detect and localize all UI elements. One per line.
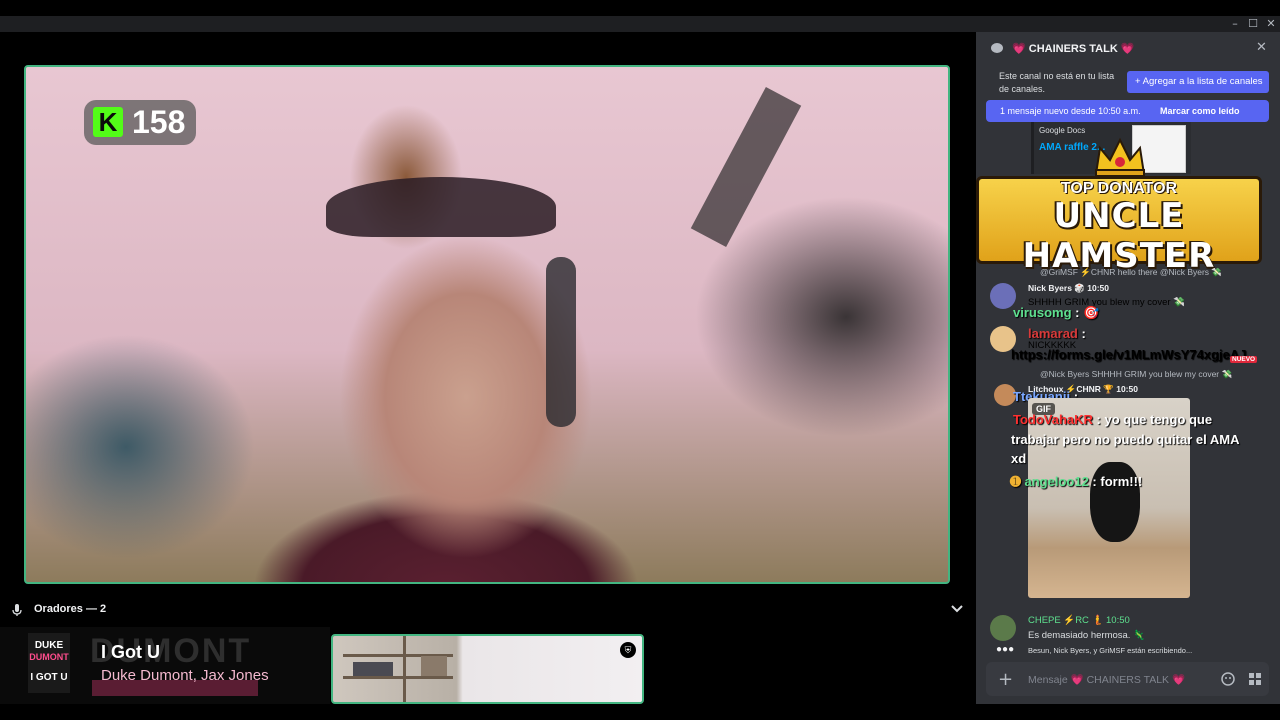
kick-logo-icon: K [93,107,123,137]
second-camera-tile[interactable] [331,634,644,704]
avatar[interactable] [990,615,1016,641]
crown-icon [1094,137,1146,177]
overlay-line-1: virusomg : 🎯 [1013,305,1099,321]
overlay-text: : form!!! [1088,474,1143,489]
overlay-text: : 🎯 [1071,305,1100,320]
overlay-line-4: TodoVahaKR : yo que tengo que [1013,412,1212,427]
typing-indicator: Besun, Nick Byers, y GriMSF están escrib… [1028,646,1193,655]
cover-line-2: DUMONT [29,652,69,662]
minimize-button[interactable]: – [1226,16,1244,32]
speakers-label[interactable]: Oradores — 2 [34,603,106,615]
overlay-link[interactable]: https://forms.gle/v1MLmWsY74xgjeAJ [1011,347,1247,362]
overlay-line-7: ➊ angeloo12 : form!!! [1010,474,1142,490]
window-titlebar [0,16,1280,32]
embed-source: Google Docs [1039,126,1086,135]
apps-icon[interactable] [1248,672,1262,686]
message-author[interactable]: CHEPE ⚡RC 🧜 10:50 [1028,615,1130,626]
overlay-line-2: lamarad : [1028,326,1086,341]
badge-icon: ➊ [1010,474,1025,489]
message-input[interactable]: Mensaje 💗 CHAINERS TALK 💗 [1028,673,1185,686]
message-text: Es demasiado hermosa. 🦎 [1028,630,1145,641]
microphone-icon [12,604,22,616]
overlay-user: virusomg [1013,305,1072,320]
shield-icon: ⛨ [620,642,636,658]
viewer-count: 158 [132,104,186,140]
overlay-user: angeloo12 [1024,474,1089,489]
new-messages-text: 1 mensaje nuevo desde 10:50 a.m. [1000,106,1141,116]
overlay-text: : yo que tengo que [1092,412,1213,427]
maximize-button[interactable]: ☐ [1244,16,1262,32]
close-window-button[interactable]: ✕ [1262,16,1280,32]
overlay-user: lamarad [1028,326,1078,341]
song-title: I Got U [101,642,160,662]
chevron-down-icon[interactable] [950,604,964,614]
overlay-user: TodoVahaKR [1013,412,1093,427]
channel-name: 💗 CHAINERS TALK 💗 [1012,43,1135,55]
reply-reference[interactable]: @GriMSF ⚡CHNR hello there @Nick Byers 💸 [1040,267,1222,278]
donator-name: UNCLE HAMSTER [1022,196,1216,276]
cover-line-1: DUKE [34,640,64,651]
sticker-icon[interactable] [1221,672,1235,686]
typing-dots-icon: ●●● [996,644,1015,655]
thread-icon [991,43,1003,53]
overlay-line-6: xd [1011,451,1027,466]
overlay-line-5: trabajar pero no puedo quitar el AMA [1011,432,1240,447]
new-badge: NUEVO [1230,356,1258,363]
overlay-text: : [1077,326,1086,341]
add-channel-button[interactable]: + Agregar a la lista de canales [1127,71,1269,93]
message-author[interactable]: Nick Byers 🎲 10:50 [1028,283,1109,294]
reply-reference[interactable]: @Nick Byers SHHHH GRIM you blew my cover… [1040,369,1232,380]
new-messages-bar[interactable]: 1 mensaje nuevo desde 10:50 a.m. Marcar … [986,100,1269,122]
attach-plus-icon[interactable]: + [998,669,1013,690]
channel-notice: Este canal no está en tu lista de canale… [999,71,1115,94]
mark-read-button[interactable]: Marcar como leído [1160,100,1240,122]
close-icon[interactable]: ✕ [1256,40,1267,55]
cover-line-3: I GOT U [30,672,68,683]
song-artist: Duke Dumont, Jax Jones [101,667,269,684]
